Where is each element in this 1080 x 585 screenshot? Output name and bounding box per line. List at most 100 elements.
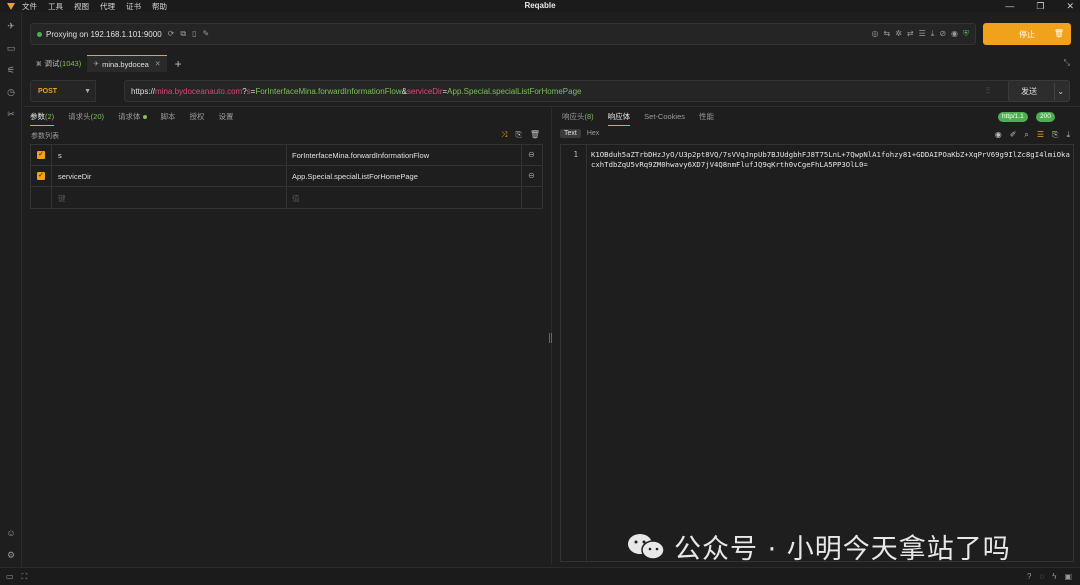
tab-request-body[interactable]: 请求体: [118, 110, 147, 126]
title-bar: 文件 工具 视图 代理 证书 帮助 Reqable — ❐ ✕: [0, 0, 1080, 12]
param-key[interactable]: serviceDir: [58, 172, 91, 181]
flash-icon[interactable]: ϟ: [1052, 572, 1056, 581]
menu-item-view[interactable]: 视图: [74, 1, 89, 12]
save-icon[interactable]: ⤓: [1066, 130, 1070, 140]
tab-auth[interactable]: 授权: [190, 110, 205, 126]
url-host: mina.bydoceanauto.com: [155, 86, 243, 96]
help-icon[interactable]: ?: [1027, 572, 1031, 581]
history-icon[interactable]: ◷: [6, 87, 16, 97]
search-icon[interactable]: ⌕: [1024, 130, 1028, 140]
collection-icon[interactable]: ▭: [6, 43, 16, 53]
tab-count: (1043): [59, 59, 82, 68]
download-icon[interactable]: ⤓: [931, 29, 935, 39]
tab-script[interactable]: 脚本: [161, 110, 176, 126]
tab-response-body[interactable]: 响应体: [607, 110, 631, 126]
script-icon[interactable]: ☰: [919, 29, 926, 39]
tab-performance[interactable]: 性能: [699, 110, 714, 126]
tab-request[interactable]: ✈ mina.bydocea ✕: [87, 55, 167, 72]
copy-icon[interactable]: ⎘: [1052, 130, 1058, 140]
debug-icon[interactable]: ⚟: [6, 65, 16, 75]
new-param-key[interactable]: 键: [58, 193, 66, 204]
refresh-icon[interactable]: ⟳: [168, 29, 175, 39]
table-row: ✓ serviceDir App.Special.specialListForH…: [31, 166, 542, 187]
send-dropdown-icon[interactable]: ⌄: [1057, 87, 1064, 96]
param-value[interactable]: App.Special.specialListForHomePage: [292, 172, 418, 181]
add-tab-icon[interactable]: +: [175, 57, 182, 71]
url-param-value: App.Special.specialListForHomePage: [447, 86, 582, 96]
magic-wand-icon[interactable]: ✐: [1010, 130, 1017, 140]
mobile-icon[interactable]: ▯: [192, 29, 196, 39]
param-key[interactable]: s: [58, 151, 62, 160]
param-value[interactable]: ForInterfaceMina.forwardInformationFlow: [292, 151, 429, 160]
tab-label: 调试: [44, 59, 60, 68]
response-panel: 响应头(8) 响应体 Set-Cookies 性能 Text Hex ◉ ✐ ⌕…: [556, 108, 1080, 564]
fullscreen-icon[interactable]: ⛶: [22, 572, 28, 582]
send-button[interactable]: 发送 ⌄: [1008, 80, 1070, 102]
tab-debug-list[interactable]: ⵥ 调试 (1043): [30, 55, 87, 72]
tab-settings[interactable]: 设置: [219, 110, 234, 126]
format-icon[interactable]: ☰: [1037, 130, 1044, 140]
delete-icon[interactable]: 🗑: [530, 130, 540, 140]
menu-item-file[interactable]: 文件: [22, 1, 37, 12]
tabs-row: ⵥ 调试 (1043) ✈ mina.bydocea ✕ + ⤡: [30, 55, 1080, 72]
account-icon[interactable]: ☺: [6, 528, 16, 538]
method-select[interactable]: POST ▼: [30, 80, 96, 102]
stop-button[interactable]: 停止 🗑: [983, 23, 1071, 45]
response-body-viewer[interactable]: 1 K1OBduh5aZTrbDHzJyO/U3p2pt8VQ/7sVVqJnp…: [560, 144, 1074, 562]
menu-item-proxy[interactable]: 代理: [100, 1, 115, 12]
antenna-icon: ⵥ: [36, 60, 42, 68]
url-input[interactable]: https://mina.bydoceanauto.com? s = ForInter…: [124, 80, 1032, 102]
reqable-logo-icon: [7, 3, 15, 10]
request-panel: 参数(2) 请求头(20) 请求体 脚本 授权 设置 参数列表 ⤨ ⎘ 🗑 ✓ …: [24, 108, 550, 564]
window-controls: — ❐ ✕: [1005, 0, 1074, 12]
maximize-icon[interactable]: ❐: [1036, 1, 1044, 12]
table-row-empty: 键 值: [31, 187, 542, 208]
tab-response-headers[interactable]: 响应头(8): [562, 110, 594, 126]
menu-item-help[interactable]: 帮助: [152, 1, 167, 12]
tools-icon[interactable]: ✂: [6, 109, 16, 119]
url-row: POST ▼ https://mina.bydoceanauto.com? s = F…: [30, 80, 1070, 102]
breakpoint-icon[interactable]: ⇄: [907, 29, 914, 39]
line-number: 1: [573, 150, 578, 159]
copy-icon[interactable]: ⧉: [180, 29, 186, 39]
rewrite-icon[interactable]: ⇆: [883, 29, 890, 39]
param-checkbox[interactable]: ✓: [37, 151, 45, 159]
preview-icon[interactable]: ◉: [995, 130, 1002, 140]
target-icon[interactable]: ◎: [872, 29, 879, 39]
no-cache-icon[interactable]: ✲: [895, 29, 902, 39]
gateway-icon[interactable]: ⊘: [939, 29, 946, 39]
tab-request-headers[interactable]: 请求头(20): [68, 110, 104, 126]
capture-icon[interactable]: ✈: [6, 21, 16, 31]
url-param-value: ForInterfaceMina.forwardInformationFlow: [255, 86, 402, 96]
settings-icon[interactable]: ⚙: [6, 550, 16, 560]
minimize-icon[interactable]: —: [1005, 1, 1014, 11]
network-icon[interactable]: ◉: [951, 29, 958, 39]
new-param-value[interactable]: 值: [292, 193, 300, 204]
tab-params[interactable]: 参数(2): [30, 110, 55, 126]
url-decode-icon[interactable]: ⤨: [501, 130, 507, 140]
terminal-icon[interactable]: ▣: [1064, 572, 1072, 581]
close-tab-icon[interactable]: ✕: [155, 60, 161, 68]
close-icon[interactable]: ✕: [1066, 1, 1074, 12]
trash-icon[interactable]: 🗑: [1054, 29, 1064, 38]
remove-row-icon[interactable]: ⊖: [528, 150, 535, 159]
params-list-label: 参数列表: [31, 133, 59, 140]
http-version-badge: http/1.1: [998, 112, 1028, 122]
menu-item-tools[interactable]: 工具: [48, 1, 63, 12]
ssl-shield-icon[interactable]: ⛨: [963, 29, 969, 39]
copy-icon[interactable]: ⎘: [515, 130, 521, 140]
menu-item-certificate[interactable]: 证书: [126, 1, 141, 12]
view-mode-text[interactable]: Text: [560, 129, 581, 138]
notification-icon[interactable]: ◌: [1039, 572, 1044, 581]
tab-set-cookies[interactable]: Set-Cookies: [644, 110, 685, 126]
send-icon: ✈: [93, 61, 100, 68]
url-format-icon[interactable]: ⫶⫶: [986, 86, 990, 96]
collapse-icon[interactable]: ⤡: [1064, 58, 1070, 68]
line-gutter: 1: [561, 145, 587, 561]
param-checkbox[interactable]: ✓: [37, 172, 45, 180]
view-mode-hex[interactable]: Hex: [583, 129, 603, 138]
remove-row-icon[interactable]: ⊖: [528, 171, 535, 180]
proxy-status-bar: Proxying on 192.168.1.101:9000 ⟳ ⧉ ▯ ✎ ◎…: [30, 23, 976, 45]
edit-icon[interactable]: ✎: [202, 29, 209, 39]
sidebar-toggle-icon[interactable]: ▭: [6, 572, 14, 582]
